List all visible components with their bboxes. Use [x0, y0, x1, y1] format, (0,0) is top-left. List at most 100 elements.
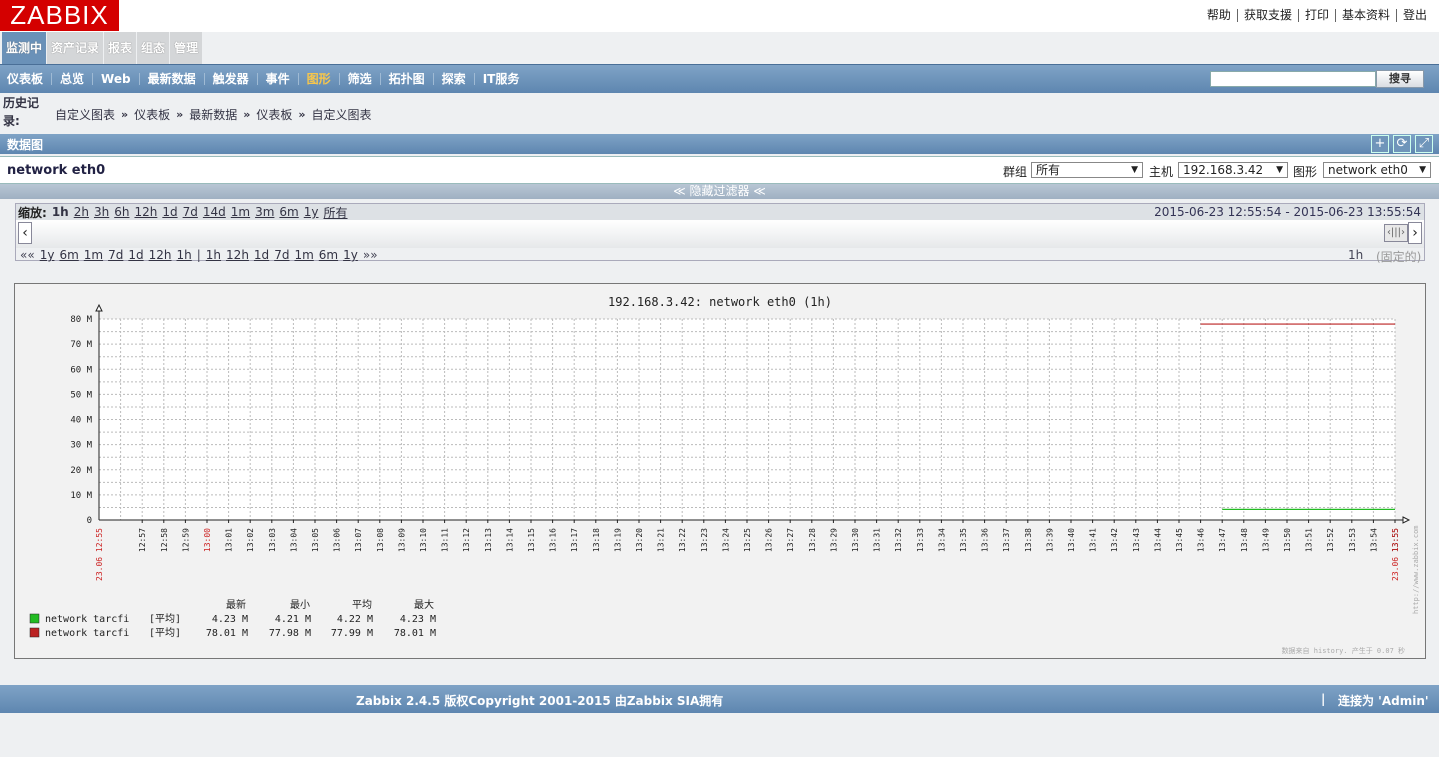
help-link[interactable]: 帮助: [1201, 9, 1237, 22]
fwd-1d[interactable]: 1d: [254, 248, 269, 262]
x-tick-label: 13:10: [419, 528, 428, 552]
x-tick-label: 13:49: [1261, 528, 1270, 552]
legend-swatch: [29, 613, 40, 624]
legend-avg: 77.99 M: [331, 628, 373, 639]
x-tick-label: 13:18: [592, 528, 601, 552]
scroll-right-icon[interactable]: ›: [1408, 222, 1422, 244]
breadcrumb-separator: »: [121, 108, 129, 121]
nav-maps[interactable]: 拓扑图: [379, 72, 433, 85]
zoom-2h[interactable]: 2h: [74, 205, 89, 219]
fwd-7d[interactable]: 7d: [274, 248, 289, 262]
x-tick-label: 13:02: [246, 528, 255, 552]
fixed-toggle[interactable]: (固定的): [1376, 248, 1421, 265]
date-to: 2015-06-23 13:55:54: [1293, 205, 1421, 219]
group-select[interactable]: 所有 ▼: [1031, 162, 1143, 178]
zoom-1d[interactable]: 1d: [162, 205, 177, 219]
x-tick-label: 13:41: [1089, 528, 1098, 552]
hide-filter-toggle[interactable]: ≪ 隐藏过滤器 ≪: [0, 184, 1439, 199]
search-button[interactable]: 搜寻: [1376, 70, 1424, 88]
y-tick-label: 20 M: [70, 466, 92, 476]
print-link[interactable]: 打印: [1297, 9, 1335, 22]
nav-back-icon[interactable]: ««: [20, 248, 35, 262]
support-link[interactable]: 获取支援: [1236, 9, 1298, 22]
zoom-6m[interactable]: 6m: [279, 205, 298, 219]
breadcrumb-item[interactable]: 最新数据: [189, 106, 237, 123]
nav-web[interactable]: Web: [92, 72, 139, 85]
nav-dashboard[interactable]: 仪表板: [0, 73, 51, 85]
x-tick-label: 13:14: [505, 528, 514, 552]
nav-triggers[interactable]: 触发器: [203, 72, 257, 85]
breadcrumb-item[interactable]: 自定义图表: [312, 106, 372, 123]
zoom-all[interactable]: 所有: [324, 204, 348, 221]
x-tick-label: 13:47: [1218, 528, 1227, 552]
nav-events[interactable]: 事件: [256, 72, 298, 85]
y-tick-label: 70 M: [70, 340, 92, 350]
tab-configuration[interactable]: 组态: [137, 32, 170, 64]
y-tick-label: 80 M: [70, 315, 92, 325]
fullscreen-icon[interactable]: ⤢: [1415, 135, 1433, 153]
back-1h[interactable]: 1h: [177, 248, 192, 262]
sub-nav-bar: 仪表板 总览 Web 最新数据 触发器 事件 图形 筛选 拓扑图 探索 IT服务…: [0, 64, 1439, 93]
x-tick-label: 12:58: [160, 528, 169, 552]
tab-inventory[interactable]: 资产记录: [47, 32, 104, 64]
scroll-left-icon[interactable]: ‹: [18, 222, 32, 244]
zoom-3m[interactable]: 3m: [255, 205, 274, 219]
nav-forward-icon[interactable]: »»: [363, 248, 378, 262]
zoom-12h[interactable]: 12h: [134, 205, 157, 219]
tab-reports[interactable]: 报表: [104, 32, 137, 64]
fwd-12h[interactable]: 12h: [226, 248, 249, 262]
add-to-favorites-icon[interactable]: +: [1371, 135, 1389, 153]
nav-overview[interactable]: 总览: [51, 72, 92, 85]
legend-header: 最大: [414, 598, 434, 611]
graph-select[interactable]: network eth0 ▼: [1323, 162, 1431, 178]
nav-it-services[interactable]: IT服务: [473, 72, 528, 85]
slider-track[interactable]: ‹ ‹|||› ›: [16, 220, 1424, 248]
x-tick-label: 13:34: [937, 528, 946, 552]
zoom-3h[interactable]: 3h: [94, 205, 109, 219]
breadcrumb-item[interactable]: 仪表板: [134, 106, 170, 123]
back-6m[interactable]: 6m: [59, 248, 78, 262]
zabbix-logo[interactable]: ZABBIX: [0, 0, 119, 31]
fwd-1y[interactable]: 1y: [343, 248, 358, 262]
nav-graphs[interactable]: 图形: [297, 72, 339, 85]
profile-link[interactable]: 基本资料: [1334, 9, 1396, 22]
back-1m[interactable]: 1m: [84, 248, 103, 262]
graph-label: 图形: [1293, 165, 1318, 179]
back-12h[interactable]: 12h: [149, 248, 172, 262]
breadcrumb-item[interactable]: 自定义图表: [55, 106, 115, 123]
fwd-6m[interactable]: 6m: [319, 248, 338, 262]
back-1d[interactable]: 1d: [128, 248, 143, 262]
breadcrumb-item[interactable]: 仪表板: [256, 106, 292, 123]
tab-monitoring[interactable]: 监测中: [2, 32, 47, 64]
tab-administration[interactable]: 管理: [170, 32, 203, 64]
zoom-6h[interactable]: 6h: [114, 205, 129, 219]
zoom-7d[interactable]: 7d: [183, 205, 198, 219]
fwd-1m[interactable]: 1m: [294, 248, 313, 262]
zoom-1h[interactable]: 1h: [52, 205, 69, 219]
x-tick-label: 13:37: [1002, 528, 1011, 552]
x-tick-label: 13:21: [657, 528, 666, 552]
fwd-1h[interactable]: 1h: [206, 248, 221, 262]
network-graph[interactable]: 192.168.3.42: network eth0 (1h) 0 10 M 20 …: [15, 284, 1425, 658]
refresh-icon[interactable]: ⟳: [1393, 135, 1411, 153]
chart-legend: 最新 最小 平均 最大 network tarcfi [平均] 4.23 M 4.21 M 4.…: [29, 598, 436, 639]
nav-screens[interactable]: 筛选: [338, 72, 380, 85]
y-tick-label: 10 M: [70, 491, 92, 501]
search-input[interactable]: [1210, 71, 1376, 87]
logout-link[interactable]: 登出: [1395, 9, 1433, 22]
chevron-down-icon: ▼: [1419, 165, 1426, 175]
slider-handle-icon[interactable]: ‹|||›: [1384, 224, 1408, 242]
back-7d[interactable]: 7d: [108, 248, 123, 262]
nav-latest-data[interactable]: 最新数据: [138, 72, 204, 85]
x-tick-label: 13:11: [441, 528, 450, 552]
x-tick-label: 13:07: [354, 528, 363, 552]
x-tick-label: 13:12: [462, 528, 471, 552]
zoom-1y[interactable]: 1y: [304, 205, 319, 219]
x-tick-label: 13:22: [678, 528, 687, 552]
legend-header: 平均: [352, 599, 372, 611]
host-select[interactable]: 192.168.3.42 ▼: [1178, 162, 1288, 178]
zoom-14d[interactable]: 14d: [203, 205, 226, 219]
zoom-1m[interactable]: 1m: [231, 205, 250, 219]
nav-discovery[interactable]: 探索: [432, 72, 474, 85]
back-1y[interactable]: 1y: [40, 248, 55, 262]
